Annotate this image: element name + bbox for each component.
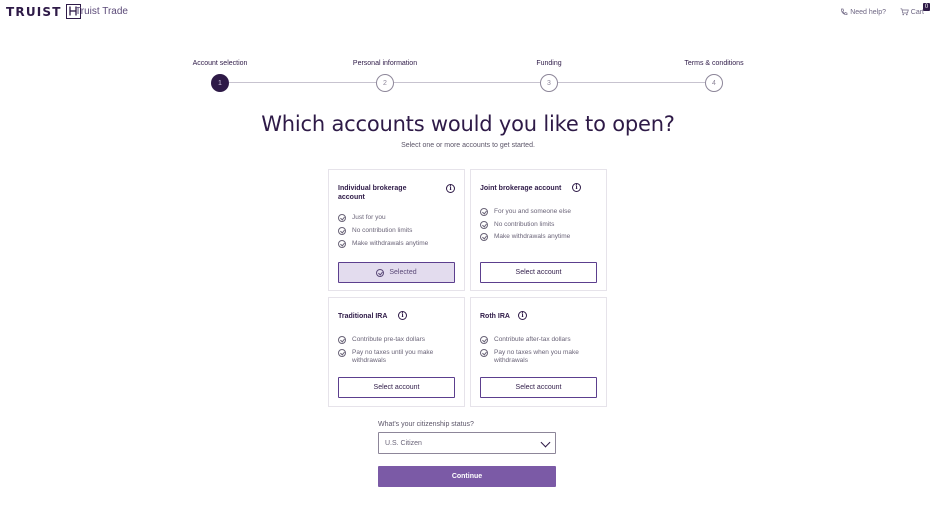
feature-item: For you and someone else xyxy=(480,208,571,216)
check-circle-icon xyxy=(480,349,488,357)
step-2-indicator: 2 xyxy=(376,74,394,92)
info-icon[interactable]: i xyxy=(446,184,455,193)
info-icon[interactable]: i xyxy=(572,183,581,192)
info-icon[interactable]: i xyxy=(398,311,407,320)
cart-label: Cart xyxy=(910,8,924,16)
page-subtitle: Select one or more accounts to get start… xyxy=(401,142,535,149)
card-title: Joint brokerage account xyxy=(480,185,562,192)
feature-item: No contribution limits xyxy=(480,221,554,229)
check-circle-icon xyxy=(338,336,346,344)
check-circle-icon xyxy=(338,214,346,222)
check-circle-icon xyxy=(480,221,488,229)
citizenship-value: U.S. Citizen xyxy=(385,439,422,447)
continue-button[interactable]: Continue xyxy=(378,466,556,487)
step-label-account-selection: Account selection xyxy=(192,60,248,67)
chevron-down-icon xyxy=(540,437,551,448)
feature-item: Contribute after-tax dollars xyxy=(480,336,571,344)
step-3-indicator: 3 xyxy=(540,74,558,92)
phone-icon xyxy=(841,8,848,16)
check-circle-icon xyxy=(480,336,488,344)
account-card-traditional-ira: Traditional IRA i Contribute pre-tax dol… xyxy=(328,297,465,407)
check-circle-icon xyxy=(338,240,346,248)
citizenship-label: What's your citizenship status? xyxy=(378,421,474,428)
step-label-terms-conditions: Terms & conditions xyxy=(684,60,744,67)
select-account-button[interactable]: Select account xyxy=(338,377,455,398)
step-label-funding: Funding xyxy=(536,60,562,67)
check-circle-icon xyxy=(480,208,488,216)
feature-item: Just for you xyxy=(338,214,386,222)
account-card-joint-brokerage: Joint brokerage account i For you and so… xyxy=(470,169,607,291)
feature-item: Pay no taxes when you make withdrawals xyxy=(480,349,590,364)
feature-item: No contribution limits xyxy=(338,227,412,235)
check-circle-icon xyxy=(376,268,385,277)
info-icon[interactable]: i xyxy=(518,311,527,320)
step-connector xyxy=(229,82,376,83)
need-help-label: Need help? xyxy=(850,8,886,16)
step-label-personal-information: Personal information xyxy=(352,60,418,67)
check-circle-icon xyxy=(338,227,346,235)
progress-stepper: Account selection Personal information F… xyxy=(0,58,936,98)
cart-icon xyxy=(900,8,909,16)
feature-item: Contribute pre-tax dollars xyxy=(338,336,425,344)
step-connector xyxy=(394,82,540,83)
step-4-indicator: 4 xyxy=(705,74,723,92)
select-account-button[interactable]: Select account xyxy=(480,377,597,398)
feature-item: Pay no taxes until you make withdrawals xyxy=(338,349,448,364)
feature-item: Make withdrawals anytime xyxy=(480,233,570,241)
account-card-roth-ira: Roth IRA i Contribute after-tax dollars … xyxy=(470,297,607,407)
card-title: Roth IRA xyxy=(480,313,510,320)
card-title: Traditional IRA xyxy=(338,313,388,320)
top-header: TRUIST Truist Trade Need help? Cart 0 xyxy=(0,0,936,26)
selected-button[interactable]: Selected xyxy=(338,262,455,283)
citizenship-select[interactable]: U.S. Citizen xyxy=(378,432,556,454)
select-account-button[interactable]: Select account xyxy=(480,262,597,283)
card-title: Individual brokerage account xyxy=(338,185,407,201)
logo-wordmark: TRUIST xyxy=(6,4,62,19)
cart-count-badge: 0 xyxy=(923,3,930,11)
need-help-link[interactable]: Need help? xyxy=(840,8,886,16)
check-circle-icon xyxy=(480,233,488,241)
account-card-individual-brokerage: Individual brokerage account i Just for … xyxy=(328,169,465,291)
cart-link[interactable]: Cart 0 xyxy=(900,3,930,16)
step-1-indicator: 1 xyxy=(211,74,229,92)
page-title: Which accounts would you like to open? xyxy=(261,112,675,136)
feature-item: Make withdrawals anytime xyxy=(338,240,428,248)
step-connector xyxy=(558,82,705,83)
check-circle-icon xyxy=(338,349,346,357)
app-name: Truist Trade xyxy=(75,6,128,17)
truist-logo[interactable]: TRUIST xyxy=(6,4,81,19)
